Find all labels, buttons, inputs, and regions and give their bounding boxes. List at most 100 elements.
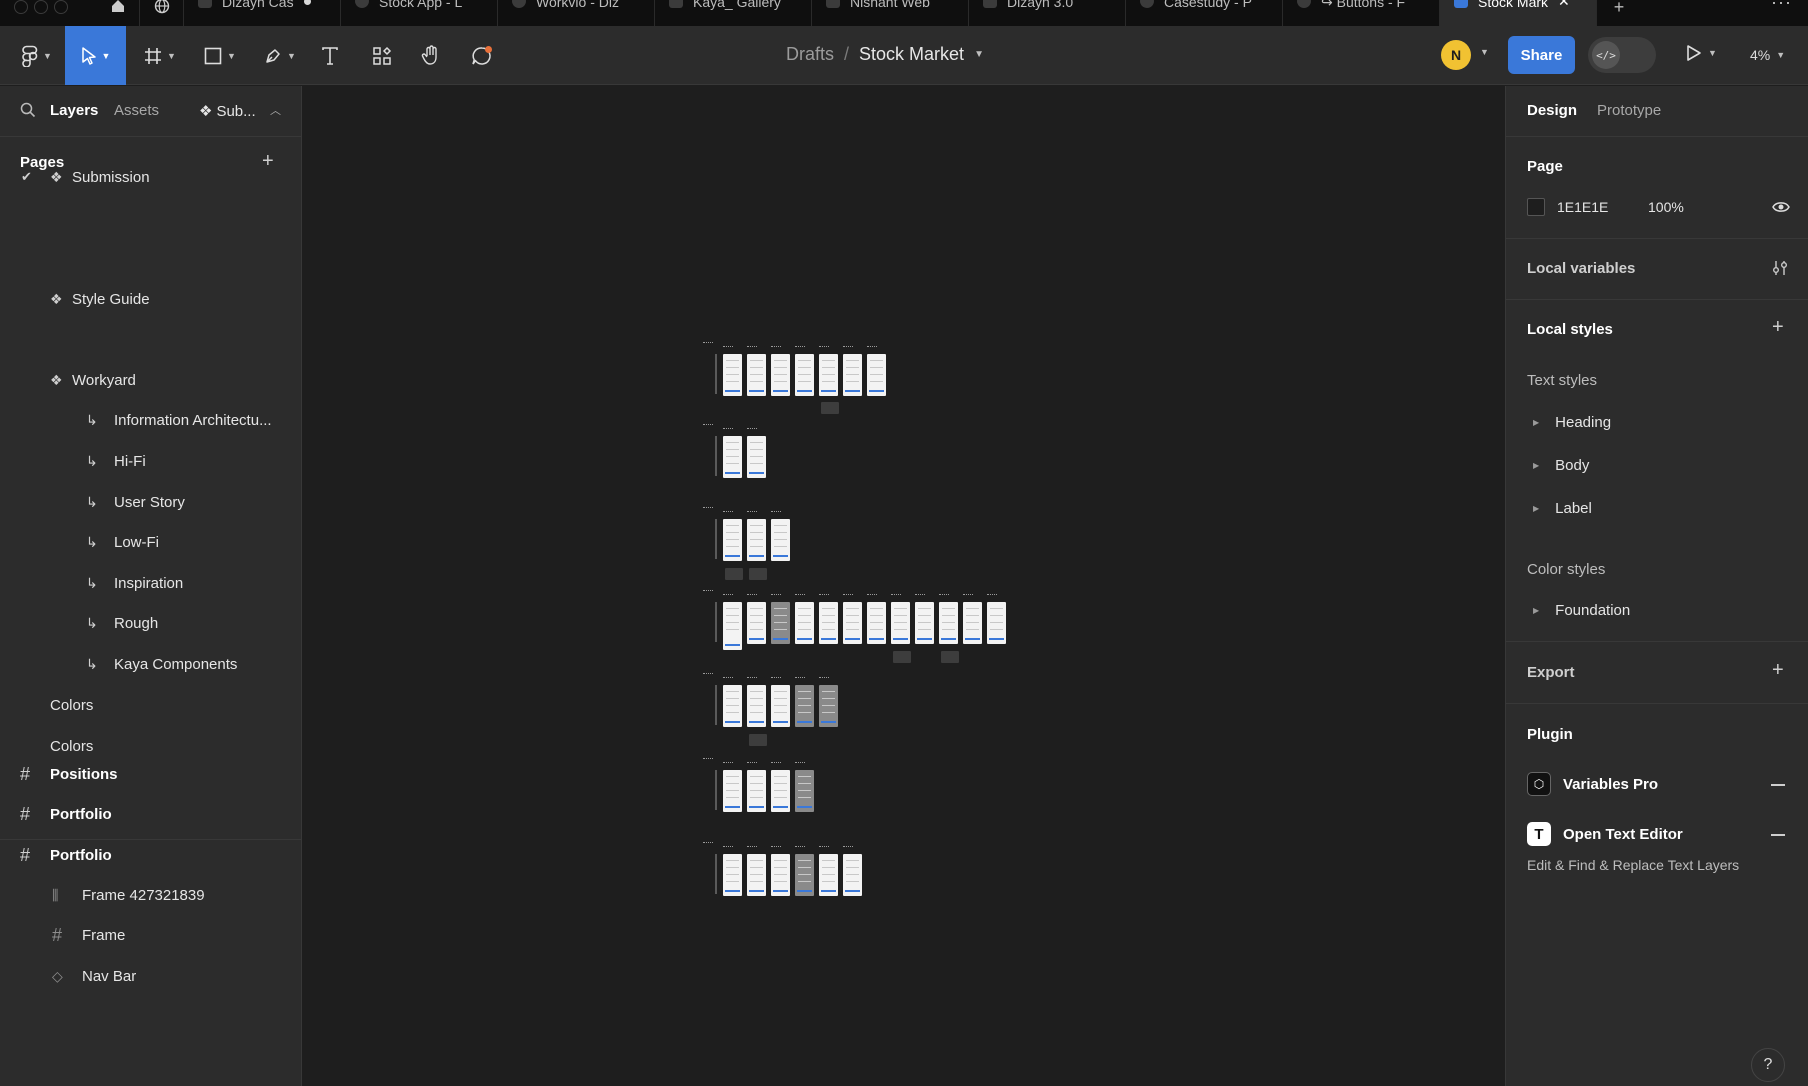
resources-button[interactable] <box>366 26 398 85</box>
collapse-pages-icon[interactable]: ︿ <box>270 102 281 118</box>
sticky-note[interactable] <box>749 568 767 580</box>
layer-item[interactable]: # Frame <box>0 916 302 954</box>
expand-arrow-icon[interactable]: ▶ <box>1533 504 1539 513</box>
eye-icon[interactable] <box>1772 198 1790 216</box>
layer-item[interactable]: # Portfolio <box>0 836 302 874</box>
frame-thumbnail[interactable] <box>771 770 790 812</box>
comment-tool-button[interactable] <box>466 26 498 85</box>
layer-item[interactable]: ◇ Nav Bar <box>0 957 302 995</box>
zoom-menu[interactable]: 4% ▼ <box>1750 47 1785 63</box>
frame-thumbnail[interactable] <box>747 685 766 727</box>
frame-thumbnail[interactable] <box>867 602 886 644</box>
browser-tab[interactable]: Casestudy - P <box>1126 0 1283 26</box>
expand-arrow-icon[interactable]: ▶ <box>1533 606 1539 615</box>
color-style-item[interactable]: ▶ Foundation <box>1527 602 1630 619</box>
plugin-name[interactable]: Open Text Editor <box>1563 826 1683 843</box>
frame-thumbnail[interactable] <box>723 770 742 812</box>
frame-thumbnail[interactable] <box>723 519 742 561</box>
plugin-name[interactable]: Variables Pro <box>1563 776 1658 793</box>
breadcrumb-drafts-link[interactable]: Drafts <box>786 44 834 65</box>
frame-thumbnail[interactable] <box>843 854 862 896</box>
minimize-window-icon[interactable] <box>34 0 48 14</box>
browser-tab[interactable]: Stock Mark ✕ <box>1440 0 1597 26</box>
layer-item[interactable]: # Positions <box>0 755 302 793</box>
page-item[interactable]: ↳ Information Architectu... <box>0 401 302 439</box>
frame-thumbnail[interactable] <box>915 602 934 644</box>
expand-arrow-icon[interactable]: ▶ <box>1533 461 1539 470</box>
frame-thumbnail[interactable] <box>723 602 742 650</box>
browser-tab[interactable]: Kaya_ Gallery <box>655 0 812 26</box>
frame-thumbnail[interactable] <box>747 354 766 396</box>
frame-thumbnail[interactable] <box>963 602 982 644</box>
add-export-icon[interactable]: + <box>1772 659 1784 682</box>
dev-mode-toggle[interactable]: </> <box>1588 37 1656 73</box>
frame-thumbnail[interactable] <box>771 854 790 896</box>
frame-thumbnail[interactable] <box>723 354 742 396</box>
text-tool-button[interactable] <box>316 26 344 85</box>
close-tab-icon[interactable]: ✕ <box>1558 0 1570 10</box>
page-color-hex[interactable]: 1E1E1E <box>1557 199 1608 215</box>
page-item[interactable]: Colors <box>0 686 302 724</box>
frame-thumbnail[interactable] <box>747 602 766 644</box>
remove-plugin-icon[interactable] <box>1771 784 1785 786</box>
frame-thumbnail[interactable] <box>771 602 790 644</box>
frame-thumbnail[interactable] <box>939 602 958 644</box>
page-color-swatch[interactable] <box>1527 198 1545 216</box>
frame-thumbnail[interactable] <box>819 685 838 727</box>
frame-thumbnail[interactable] <box>819 854 838 896</box>
close-window-icon[interactable] <box>14 0 28 14</box>
frame-thumbnail[interactable] <box>771 519 790 561</box>
page-opacity[interactable]: 100% <box>1648 199 1684 215</box>
browser-tab[interactable]: Nishant Web <box>812 0 969 26</box>
page-item[interactable]: ↳ Hi-Fi <box>0 442 302 480</box>
page-item[interactable]: ↳ User Story <box>0 483 302 521</box>
frame-thumbnail[interactable] <box>795 770 814 812</box>
help-button[interactable]: ? <box>1751 1048 1785 1082</box>
frame-thumbnail[interactable] <box>843 602 862 644</box>
browser-tab[interactable]: ↪ Buttons - F <box>1283 0 1440 26</box>
frame-thumbnail[interactable] <box>819 354 838 396</box>
frame-thumbnail[interactable] <box>795 854 814 896</box>
frame-thumbnail[interactable] <box>723 436 742 478</box>
text-style-item[interactable]: ▶ Body <box>1527 457 1589 474</box>
frame-thumbnail[interactable] <box>747 770 766 812</box>
share-button[interactable]: Share <box>1508 36 1575 74</box>
layer-item[interactable]: # Portfolio <box>0 795 302 833</box>
frame-tool-button[interactable]: ▼ <box>138 26 182 85</box>
shape-tool-button[interactable]: ▼ <box>198 26 242 85</box>
page-item[interactable]: ↳ Kaya Components <box>0 645 302 683</box>
browser-tab[interactable]: Dizayn 3.0 <box>969 0 1126 26</box>
frame-thumbnail[interactable] <box>771 354 790 396</box>
browser-tab[interactable]: Dizayn Cas <box>184 0 341 26</box>
tab-prototype[interactable]: Prototype <box>1597 102 1661 119</box>
present-button[interactable]: ▼ <box>1686 44 1717 62</box>
search-icon[interactable] <box>20 102 36 118</box>
variables-settings-icon[interactable] <box>1772 259 1788 277</box>
pen-tool-button[interactable]: ▼ <box>258 26 302 85</box>
sticky-note[interactable] <box>893 651 911 663</box>
text-style-item[interactable]: ▶ Heading <box>1527 414 1611 431</box>
browser-tab[interactable]: Stock App - L <box>341 0 498 26</box>
frame-thumbnail[interactable] <box>843 354 862 396</box>
avatar[interactable]: N <box>1441 40 1471 70</box>
tab-layers[interactable]: Layers <box>50 102 98 119</box>
text-style-item[interactable]: ▶ Label <box>1527 500 1592 517</box>
community-globe-icon[interactable] <box>140 0 184 26</box>
frame-thumbnail[interactable] <box>723 685 742 727</box>
hand-tool-button[interactable] <box>416 26 446 85</box>
frame-thumbnail[interactable] <box>987 602 1006 644</box>
frame-thumbnail[interactable] <box>795 354 814 396</box>
file-name[interactable]: Stock Market <box>859 44 964 65</box>
sticky-note[interactable] <box>941 651 959 663</box>
frame-thumbnail[interactable] <box>891 602 910 644</box>
zoom-window-icon[interactable] <box>54 0 68 14</box>
remove-plugin-icon[interactable] <box>1771 834 1785 836</box>
more-options-icon[interactable]: ··· <box>1771 0 1792 13</box>
tab-design[interactable]: Design <box>1527 102 1577 119</box>
sticky-note[interactable] <box>749 734 767 746</box>
add-style-icon[interactable]: + <box>1772 316 1784 339</box>
page-item-current[interactable]: ✔ ❖ Submission <box>0 158 302 196</box>
page-item[interactable]: ↳ Low-Fi <box>0 523 302 561</box>
frame-thumbnail[interactable] <box>795 685 814 727</box>
frame-thumbnail[interactable] <box>723 854 742 896</box>
